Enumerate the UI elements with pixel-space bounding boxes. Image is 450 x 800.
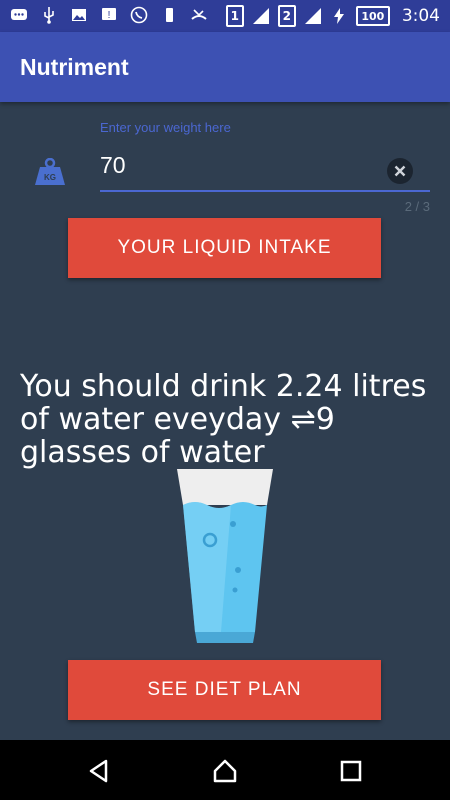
missed-call-icon xyxy=(191,9,207,20)
liquid-intake-button[interactable]: YOUR LIQUID INTAKE xyxy=(68,218,381,278)
battery-indicator: 100 xyxy=(355,6,390,26)
weight-input-field[interactable]: Enter your weight here 70 xyxy=(100,120,430,192)
image-icon xyxy=(72,9,86,21)
home-icon[interactable] xyxy=(212,758,238,784)
result-text: You should drink 2.24 litres of water ev… xyxy=(20,369,427,470)
notification-icon: ! xyxy=(102,8,116,21)
recents-icon[interactable] xyxy=(338,758,364,784)
status-bar: ! 1 2 100 3:04 xyxy=(0,0,450,32)
sim1-indicator: 1 xyxy=(225,5,244,27)
input-counter: 2 / 3 xyxy=(404,199,430,214)
water-glass-icon xyxy=(177,469,273,643)
app-title: Nutriment xyxy=(20,54,129,80)
clear-icon[interactable] xyxy=(387,158,413,184)
weight-input-hint: Enter your weight here xyxy=(100,120,231,135)
back-icon[interactable] xyxy=(86,758,112,784)
signal-icon xyxy=(304,8,321,24)
weight-kg-icon: KG xyxy=(35,158,65,185)
svg-text:!: ! xyxy=(108,10,111,21)
weight-input[interactable]: 70 xyxy=(100,152,126,179)
usb-icon xyxy=(44,7,54,24)
whatsapp-icon xyxy=(130,6,148,24)
charging-icon xyxy=(333,8,344,24)
see-diet-plan-button[interactable]: SEE DIET PLAN xyxy=(68,660,381,720)
phone-vibrate-icon xyxy=(166,8,173,22)
svg-text:KG: KG xyxy=(44,173,56,182)
app-bar: Nutriment xyxy=(0,32,450,102)
sim2-indicator: 2 xyxy=(277,5,296,27)
clock: 3:04 xyxy=(401,6,440,26)
navigation-bar xyxy=(0,740,450,800)
messages-icon xyxy=(11,9,27,20)
input-underline xyxy=(100,190,430,192)
signal-icon xyxy=(252,8,269,24)
